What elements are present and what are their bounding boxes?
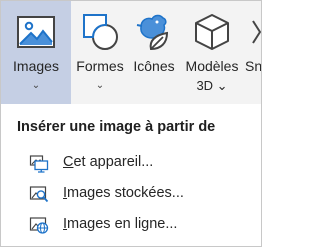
- menu-item-this-device[interactable]: Cet appareil...: [1, 148, 261, 178]
- smartart-button[interactable]: Sn: [245, 1, 262, 104]
- online-images-icon: [29, 217, 49, 234]
- icons-button[interactable]: Icônes: [129, 1, 179, 104]
- menu-item-online-images[interactable]: Images en ligne...: [1, 210, 261, 240]
- smartart-button-label: Sn: [245, 58, 262, 74]
- ribbon-illustrations-group: Images ⌄ Formes ⌄ Icônes Modèles 3D ⌄ Sn: [1, 1, 261, 104]
- shapes-button-label: Formes: [76, 58, 124, 74]
- 3d-models-button-label: Modèles: [185, 58, 239, 74]
- chevron-down-icon: ⌄: [31, 80, 41, 91]
- menu-item-label: Cet appareil...: [63, 154, 154, 170]
- menu-item-label: Images stockées...: [63, 185, 184, 201]
- insert-picture-menu: Insérer une image à partir de Cet appare…: [1, 104, 261, 246]
- menu-item-stock-images[interactable]: Images stockées...: [1, 179, 261, 209]
- images-button-label: Images: [13, 58, 59, 74]
- chevron-down-icon: ⌄: [95, 80, 105, 91]
- smartart-icon: [252, 20, 261, 44]
- shapes-button[interactable]: Formes ⌄: [71, 1, 129, 104]
- this-device-icon: [29, 155, 49, 173]
- 3d-models-sub-label: 3D ⌄: [196, 78, 228, 93]
- icons-button-label: Icônes: [133, 58, 175, 74]
- picture-icon: [17, 16, 55, 48]
- menu-item-label: Images en ligne...: [63, 216, 178, 232]
- insert-picture-dropdown: Images ⌄ Formes ⌄ Icônes Modèles 3D ⌄ Sn…: [0, 0, 262, 247]
- 3d-models-button[interactable]: Modèles 3D ⌄: [179, 1, 245, 104]
- stock-images-icon: [29, 186, 49, 203]
- shapes-icon: [83, 14, 118, 50]
- bird-leaf-icon: [136, 14, 169, 51]
- images-button[interactable]: Images ⌄: [1, 1, 71, 104]
- cube-3d-icon: [195, 14, 229, 50]
- menu-header: Insérer une image à partir de: [17, 119, 216, 135]
